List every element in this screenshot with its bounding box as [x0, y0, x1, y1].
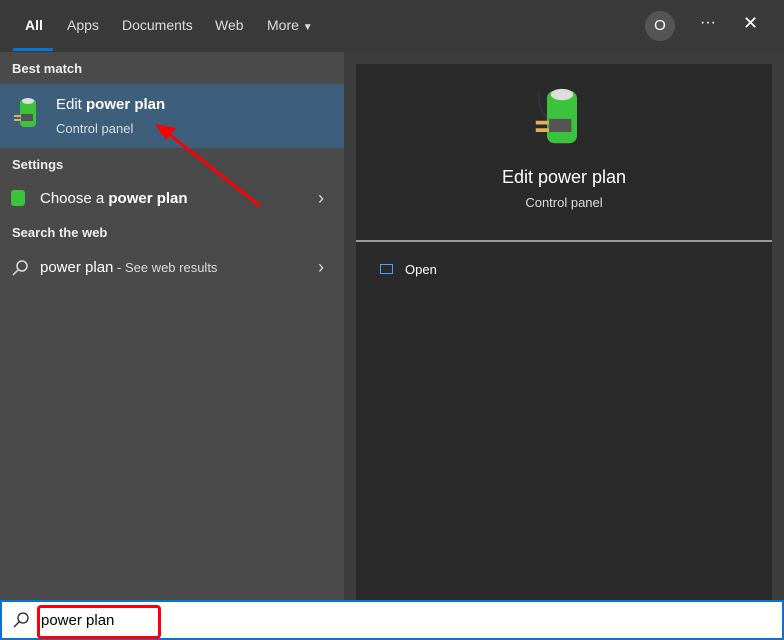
open-action[interactable]: Open [380, 262, 437, 277]
power-battery-icon [535, 88, 577, 144]
open-icon [380, 264, 393, 274]
open-label: Open [405, 262, 437, 277]
search-bar[interactable]: power plan [0, 600, 784, 640]
preview-panel: Edit power plan Control panel Open [356, 64, 772, 600]
annotation-highlight-box [37, 605, 161, 639]
preview-title: Edit power plan [501, 167, 627, 187]
preview-subtitle: Control panel [525, 195, 603, 210]
divider [356, 240, 772, 242]
search-icon [13, 612, 29, 628]
